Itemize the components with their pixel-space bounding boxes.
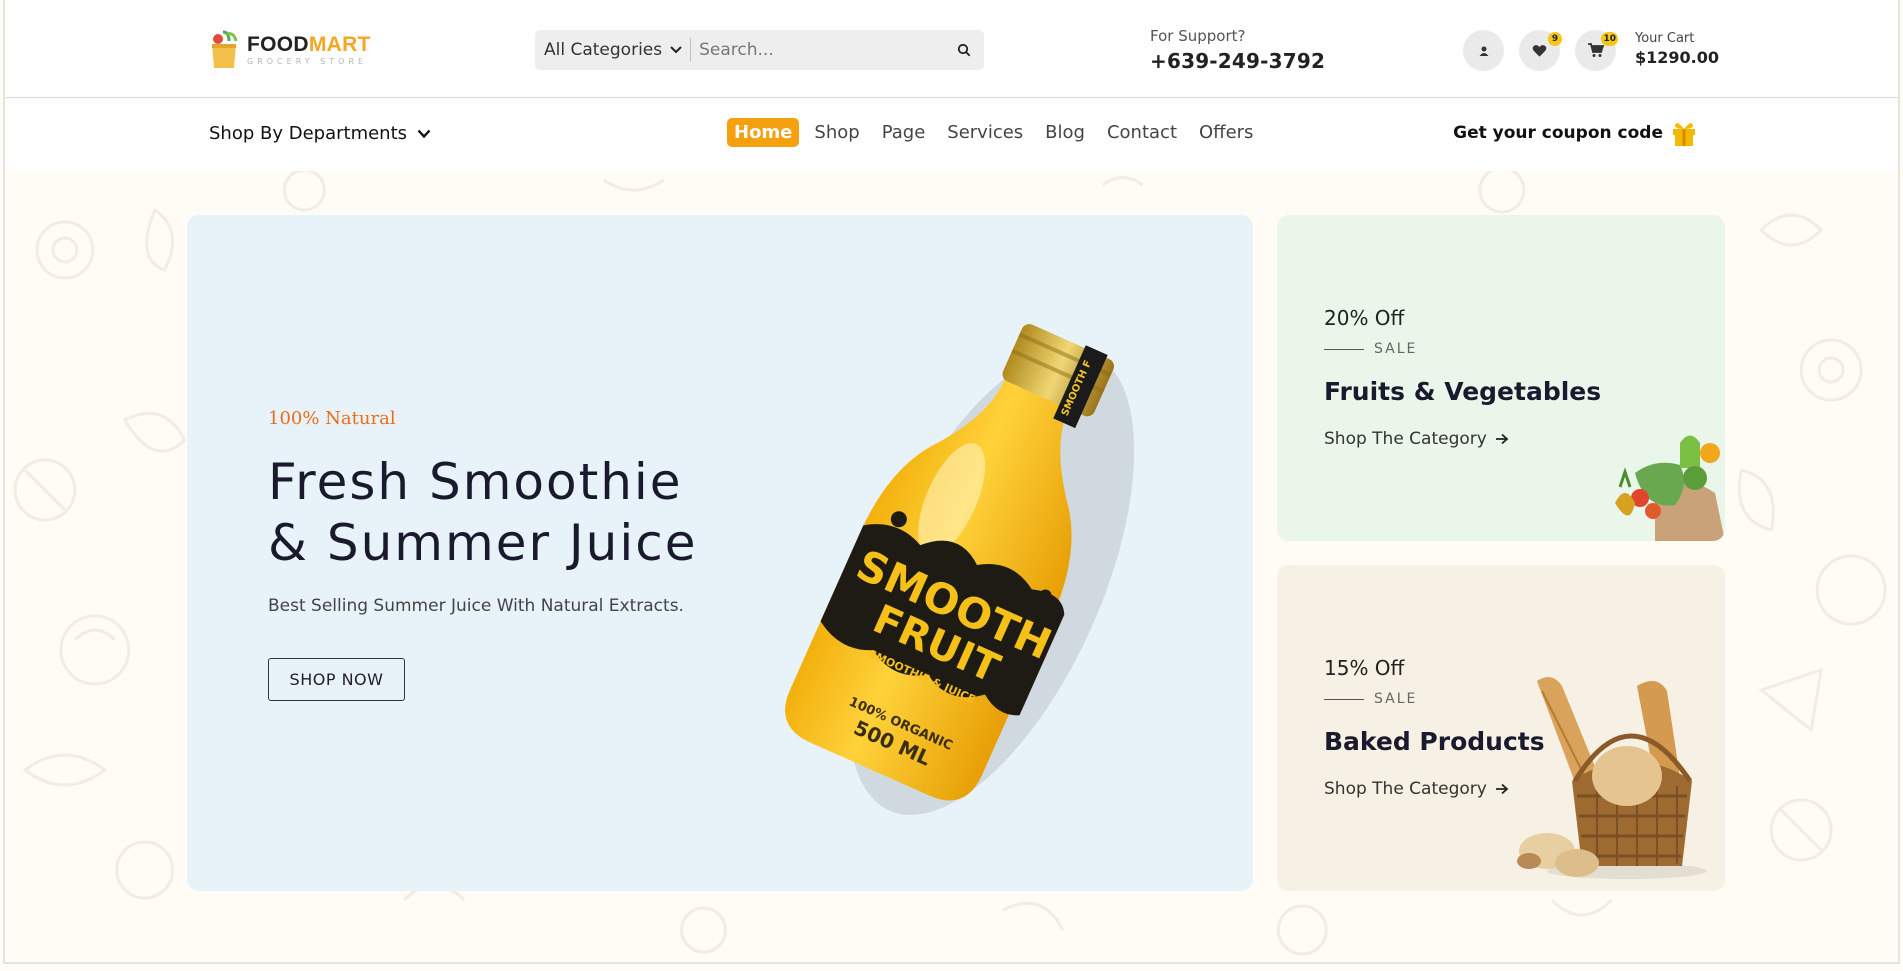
- gift-icon: [1673, 123, 1695, 146]
- shop-category-label: Shop The Category: [1324, 779, 1487, 799]
- coupon-link[interactable]: Get your coupon code: [1453, 119, 1697, 147]
- wishlist-count-badge: 9: [1548, 32, 1562, 46]
- divider: [1324, 348, 1364, 350]
- shop-category-link[interactable]: Shop The Category: [1324, 779, 1509, 799]
- nav-item-contact[interactable]: Contact: [1100, 118, 1184, 147]
- cart-label: Your Cart: [1635, 31, 1695, 46]
- search-icon: [957, 43, 971, 57]
- nav-item-services[interactable]: Services: [940, 118, 1030, 147]
- promo-card-baked[interactable]: 15% Off SALE Baked Products Shop The Cat…: [1277, 565, 1725, 891]
- sale-text: SALE: [1374, 691, 1418, 707]
- divider: [1324, 698, 1364, 700]
- support-info: For Support? +639-249-3792: [1150, 27, 1325, 73]
- card-discount: 20% Off: [1324, 306, 1405, 330]
- main-nav: Shop By Departments Home Shop Page Servi…: [5, 99, 1898, 171]
- hero-title: Fresh Smoothie & Summer Juice: [268, 452, 828, 574]
- juice-bottle-image: SMOOTH F SMOOTH FRUIT SMOOTHIE & JUICE 1…: [785, 324, 1135, 815]
- cart-icon: [1587, 43, 1604, 57]
- site-logo[interactable]: FOODMART GROCERY STORE: [209, 30, 371, 70]
- shop-category-label: Shop The Category: [1324, 429, 1487, 449]
- nav-item-blog[interactable]: Blog: [1038, 118, 1092, 147]
- shop-now-button[interactable]: SHOP NOW: [268, 658, 405, 701]
- heart-icon: [1532, 44, 1547, 57]
- account-button[interactable]: [1463, 30, 1504, 71]
- departments-label: Shop By Departments: [209, 123, 408, 144]
- search-button[interactable]: [944, 30, 984, 70]
- logo-tagline: GROCERY STORE: [247, 57, 368, 66]
- cart-count-badge: 10: [1601, 32, 1618, 46]
- shop-category-link[interactable]: Shop The Category: [1324, 429, 1509, 449]
- hero-banner: 100% Natural Fresh Smoothie & Summer Jui…: [187, 215, 1253, 891]
- coupon-label: Get your coupon code: [1453, 123, 1663, 143]
- wishlist-button[interactable]: 9: [1519, 30, 1562, 71]
- page-frame: FOODMART GROCERY STORE All Categories Fo…: [3, 0, 1900, 964]
- card-sale-label: SALE: [1324, 691, 1417, 707]
- sale-text: SALE: [1374, 341, 1418, 357]
- category-select-label: All Categories: [544, 40, 663, 60]
- bread-basket-image: [1517, 677, 1707, 879]
- shop-by-departments-dropdown[interactable]: Shop By Departments: [209, 123, 431, 144]
- card-title: Fruits & Vegetables: [1324, 377, 1602, 406]
- support-phone[interactable]: +639-249-3792: [1150, 49, 1325, 73]
- logo-food-text: FOOD: [247, 33, 309, 56]
- support-label: For Support?: [1150, 27, 1246, 45]
- arrow-right-icon: [1495, 783, 1509, 795]
- category-select[interactable]: All Categories: [535, 38, 692, 62]
- chevron-down-icon: [417, 129, 431, 138]
- search-input[interactable]: [691, 40, 944, 60]
- nav-item-page[interactable]: Page: [875, 118, 933, 147]
- promo-card-fruits[interactable]: 20% Off SALE Fruits & Vegetables Shop Th…: [1277, 215, 1725, 541]
- cart-summary[interactable]: Your Cart $1290.00: [1635, 31, 1719, 67]
- top-header: FOODMART GROCERY STORE All Categories Fo…: [5, 0, 1898, 98]
- user-icon: [1479, 46, 1488, 56]
- chevron-down-icon: [670, 46, 682, 54]
- hero-title-line1: Fresh Smoothie: [268, 453, 683, 511]
- nav-item-offers[interactable]: Offers: [1192, 118, 1260, 147]
- cart-button[interactable]: 10: [1575, 30, 1618, 71]
- cart-total: $1290.00: [1635, 48, 1720, 67]
- hero-title-line2: & Summer Juice: [268, 514, 698, 572]
- nav-item-shop[interactable]: Shop: [807, 118, 866, 147]
- hero-tag: 100% Natural: [268, 408, 396, 429]
- card-discount: 15% Off: [1324, 656, 1405, 680]
- grocery-bag-icon: [212, 30, 238, 68]
- logo-mart-text: MART: [308, 33, 371, 56]
- vegetable-bag-image: [1615, 435, 1725, 541]
- card-sale-label: SALE: [1324, 341, 1417, 357]
- card-title: Baked Products: [1324, 727, 1545, 756]
- nav-item-home[interactable]: Home: [727, 118, 800, 147]
- arrow-right-icon: [1495, 433, 1509, 445]
- hero-description: Best Selling Summer Juice With Natural E…: [268, 596, 684, 616]
- search-bar: All Categories: [535, 30, 984, 70]
- nav-menu: Home Shop Page Services Blog Contact Off…: [727, 118, 1260, 147]
